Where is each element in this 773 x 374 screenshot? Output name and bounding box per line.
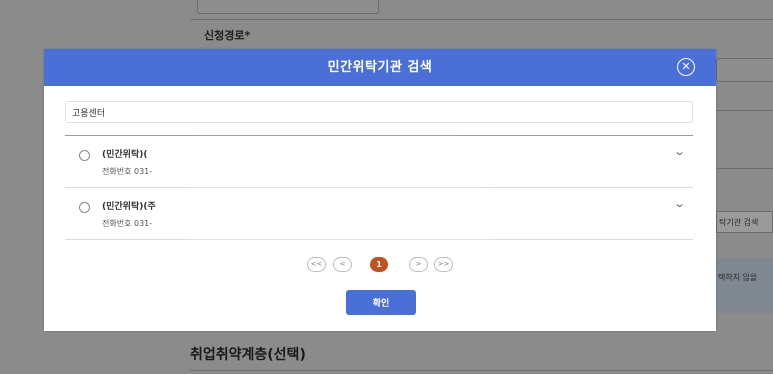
chevron-down-icon[interactable]: ⌄ (673, 197, 686, 210)
background-divider (190, 370, 773, 371)
agency-name: (민간위탁)( (102, 150, 148, 160)
page-1-button[interactable]: 1 (370, 257, 388, 272)
background-input-field (197, 0, 379, 14)
chevron-down-icon[interactable]: ⌄ (673, 145, 686, 158)
agency-search-modal: 민간위탁기관 검색 ✕ (민간위탁)( 전화번호 031- ⌄ (민간위탁)(주… (44, 49, 716, 331)
background-select-box (716, 58, 773, 82)
first-page-button[interactable]: << (307, 257, 326, 272)
next-page-button[interactable]: > (409, 257, 428, 272)
radio-button[interactable] (79, 202, 90, 213)
required-mark: * (244, 29, 251, 42)
background-agency-search-button: 탁기관 검색 (716, 211, 773, 233)
modal-title: 민간위탁기관 검색 (327, 60, 433, 75)
prev-page-button[interactable]: < (333, 257, 352, 272)
agency-name: (민간위탁)(주 (102, 202, 156, 212)
close-icon[interactable]: ✕ (677, 58, 695, 76)
background-divider (716, 110, 773, 111)
pagination: << < 1 > >> (44, 257, 716, 275)
confirm-button[interactable]: 확인 (346, 290, 416, 315)
background-divider (190, 19, 773, 20)
agency-phone: 전화번호 031- (102, 219, 153, 228)
vulnerable-group-section-title: 취업취약계층(선택) (190, 347, 306, 363)
background-divider (716, 168, 773, 169)
redacted-area (195, 194, 485, 232)
redacted-area (195, 144, 455, 178)
last-page-button[interactable]: >> (434, 257, 453, 272)
radio-button[interactable] (79, 150, 90, 161)
agency-phone: 전화번호 031- (102, 167, 153, 176)
agency-search-input[interactable] (65, 101, 693, 123)
result-item[interactable]: (민간위탁)( 전화번호 031- ⌄ (65, 136, 693, 188)
background-notice-box: 택하지 않을 (716, 258, 773, 313)
application-route-label: 신청경로* (204, 29, 251, 42)
result-item[interactable]: (민간위탁)(주 전화번호 031- ⌄ (65, 188, 693, 240)
modal-header: 민간위탁기관 검색 ✕ (44, 49, 716, 86)
